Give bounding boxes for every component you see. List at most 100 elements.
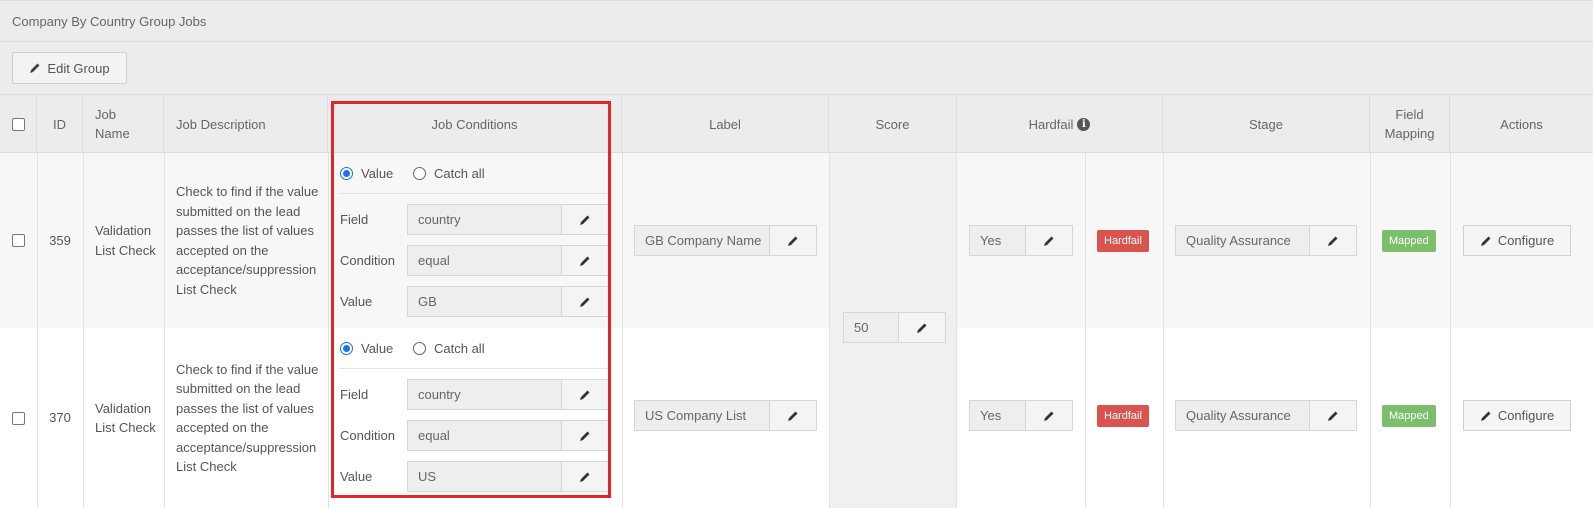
field-value[interactable]: country: [408, 205, 562, 234]
radio-catch-all-label: Catch all: [434, 341, 485, 356]
score-value[interactable]: 50: [844, 313, 899, 342]
condition-label: Condition: [340, 253, 395, 268]
column-divider: [83, 153, 84, 508]
row-job-name: Validation List Check: [95, 223, 156, 258]
radio-value-option[interactable]: Value: [340, 166, 393, 181]
label-input-group: GB Company Name: [634, 225, 817, 256]
row-id: 359: [49, 232, 71, 248]
hardfail-badge: Hardfail: [1097, 230, 1149, 252]
label-value[interactable]: GB Company Name: [635, 226, 770, 255]
field-edit-button[interactable]: [562, 380, 608, 409]
radio-value-label: Value: [361, 341, 394, 356]
header-field-mapping[interactable]: Field Mapping: [1370, 95, 1450, 153]
score-input-group: 50: [843, 312, 946, 343]
stage-edit-button[interactable]: [1310, 226, 1356, 255]
pencil-icon: [29, 62, 41, 74]
radio-catch-all-label: Catch all: [434, 166, 485, 181]
row-checkbox[interactable]: [12, 234, 25, 247]
row-job-description: Check to find if the value submitted on …: [176, 184, 319, 297]
row-job-name: Validation List Check: [95, 400, 156, 436]
configure-button[interactable]: Configure: [1463, 225, 1571, 256]
header-label[interactable]: Label: [622, 95, 829, 153]
column-divider: [37, 153, 38, 508]
divider: [339, 193, 609, 194]
field-edit-button[interactable]: [562, 205, 608, 234]
header-id[interactable]: ID: [37, 95, 83, 153]
radio-value[interactable]: [340, 167, 353, 180]
condition-edit-button[interactable]: [562, 421, 608, 450]
header-stage[interactable]: Stage: [1163, 95, 1370, 153]
stage-input-group: Quality Assurance: [1175, 225, 1357, 256]
radio-value[interactable]: [340, 342, 353, 355]
edit-group-button[interactable]: Edit Group: [12, 52, 127, 84]
value-value[interactable]: GB: [408, 287, 562, 316]
stage-value[interactable]: Quality Assurance: [1176, 401, 1310, 430]
header-job-name[interactable]: Job Name: [83, 95, 164, 153]
pencil-icon: [1480, 235, 1492, 247]
stage-input-group: Quality Assurance: [1175, 400, 1357, 431]
value-label: Value: [340, 294, 373, 309]
column-divider: [1085, 153, 1086, 508]
label-edit-button[interactable]: [770, 401, 816, 430]
table-row: 370 Validation List Check Check to find …: [0, 328, 1593, 508]
hardfail-edit-button[interactable]: [1026, 401, 1072, 430]
value-edit-button[interactable]: [562, 287, 608, 316]
column-divider: [164, 153, 165, 508]
radio-catch-all-option[interactable]: Catch all: [413, 341, 485, 356]
configure-label: Configure: [1497, 408, 1555, 423]
stage-edit-button[interactable]: [1310, 401, 1356, 430]
condition-input-group: equal: [407, 420, 609, 451]
select-all-checkbox[interactable]: [11, 117, 25, 131]
condition-value[interactable]: equal: [408, 246, 562, 275]
radio-catch-all[interactable]: [413, 167, 426, 180]
header-job-conditions[interactable]: Job Conditions: [328, 95, 622, 153]
configure-label: Configure: [1497, 233, 1555, 248]
header-score[interactable]: Score: [829, 95, 957, 153]
edit-group-label: Edit Group: [47, 60, 110, 76]
pencil-icon: [579, 296, 591, 308]
pencil-icon: [579, 389, 591, 401]
field-input-group: country: [407, 379, 609, 410]
header-job-description[interactable]: Job Description: [164, 95, 328, 153]
value-input-group: GB: [407, 286, 609, 317]
column-divider: [1163, 153, 1164, 508]
stage-value[interactable]: Quality Assurance: [1176, 226, 1310, 255]
radio-value-option[interactable]: Value: [340, 341, 393, 356]
radio-catch-all[interactable]: [413, 342, 426, 355]
value-edit-button[interactable]: [562, 462, 608, 491]
column-divider: [622, 153, 623, 508]
pencil-icon: [1043, 235, 1055, 247]
column-divider: [1450, 153, 1451, 508]
configure-button[interactable]: Configure: [1463, 400, 1571, 431]
label-edit-button[interactable]: [770, 226, 816, 255]
row-job-description: Check to find if the value submitted on …: [176, 361, 319, 475]
header-hardfail[interactable]: Hardfail i: [957, 95, 1163, 153]
table-row: 359 Validation List Check Check to find …: [0, 153, 1593, 328]
header-hardfail-label: Hardfail: [1028, 116, 1074, 132]
pencil-icon: [579, 430, 591, 442]
pencil-icon: [1327, 235, 1339, 247]
pencil-icon: [916, 322, 928, 334]
hardfail-value[interactable]: Yes: [970, 401, 1026, 430]
label-value[interactable]: US Company List: [635, 401, 770, 430]
hardfail-value[interactable]: Yes: [970, 226, 1026, 255]
pencil-icon: [1327, 410, 1339, 422]
row-select-cell: [0, 153, 37, 328]
radio-catch-all-option[interactable]: Catch all: [413, 166, 485, 181]
value-value[interactable]: US: [408, 462, 562, 491]
field-value[interactable]: country: [408, 380, 562, 409]
score-edit-button[interactable]: [899, 313, 945, 342]
column-divider: [1370, 153, 1371, 508]
pencil-icon: [787, 410, 799, 422]
hardfail-edit-button[interactable]: [1026, 226, 1072, 255]
divider: [339, 368, 609, 369]
value-label: Value: [340, 469, 373, 484]
column-divider: [328, 153, 329, 508]
field-label: Field: [340, 387, 369, 402]
panel-title: Company By Country Group Jobs: [0, 0, 1593, 42]
info-icon[interactable]: i: [1077, 117, 1091, 131]
row-checkbox[interactable]: [12, 411, 25, 425]
condition-value[interactable]: equal: [408, 421, 562, 450]
condition-edit-button[interactable]: [562, 246, 608, 275]
hardfail-badge: Hardfail: [1097, 405, 1149, 427]
